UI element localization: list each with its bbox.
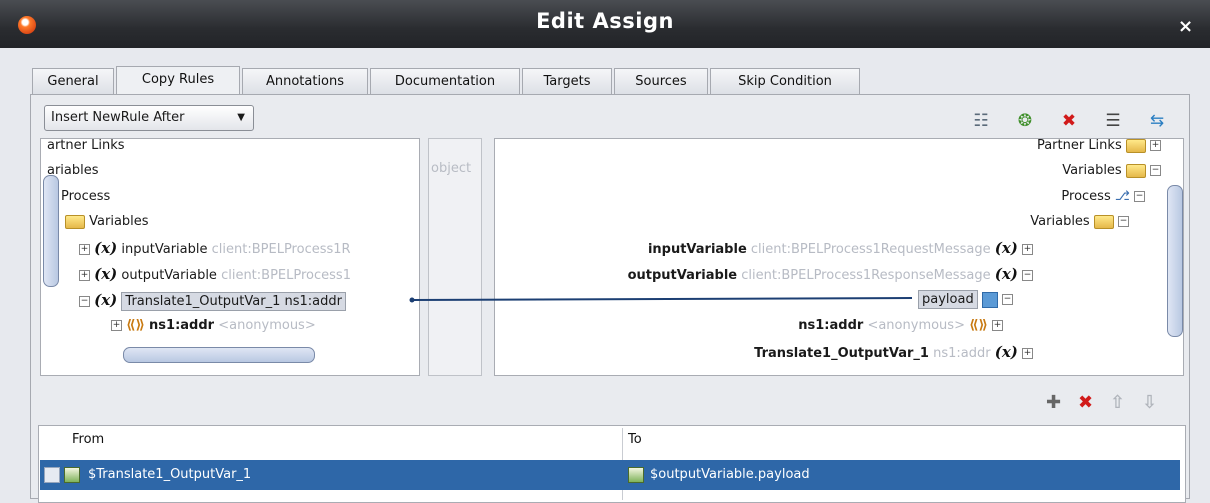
table-row[interactable]: $Translate1_OutputVar_1 $outputVariable.…	[40, 460, 1180, 490]
add-rule-icon[interactable]: ✚	[1046, 392, 1061, 413]
row-handle-icon[interactable]	[44, 467, 60, 483]
mapping-line-start	[409, 297, 415, 303]
column-header-to[interactable]: To	[628, 428, 642, 452]
copy-rule-icon	[628, 467, 644, 483]
rule-from-value: $Translate1_OutputVar_1	[88, 467, 252, 482]
mapping-line[interactable]	[411, 297, 913, 301]
move-up-icon[interactable]: ⇧	[1110, 392, 1125, 413]
remove-rule-icon[interactable]: ✖	[1078, 392, 1093, 413]
copy-rule-icon	[64, 467, 80, 483]
column-header-from[interactable]: From	[72, 428, 104, 452]
rule-to-value: $outputVariable.payload	[650, 467, 810, 482]
move-down-icon[interactable]: ⇩	[1142, 392, 1157, 413]
